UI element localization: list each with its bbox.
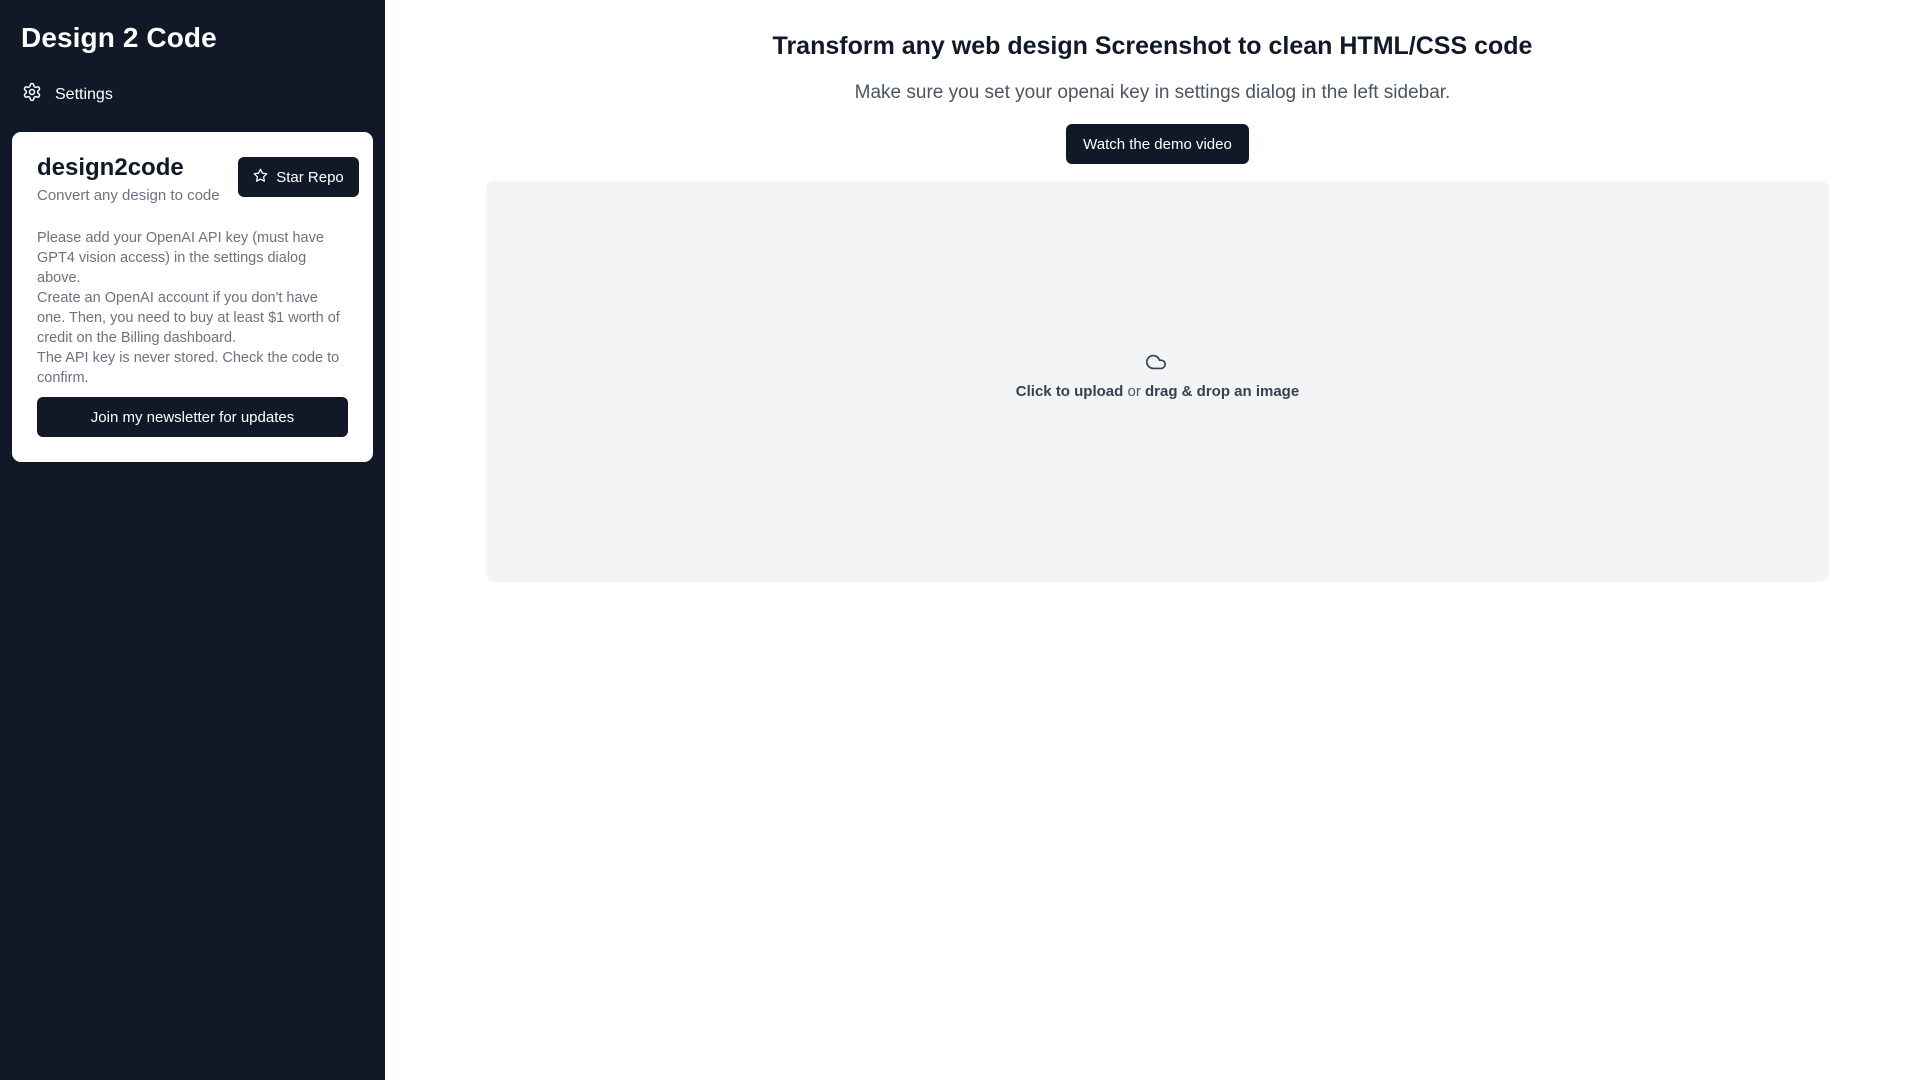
upload-dropzone[interactable]: Click to upload or drag & drop an image: [486, 181, 1829, 582]
dropzone-text: Click to upload or drag & drop an image: [486, 383, 1829, 400]
api-key-note: Please add your OpenAI API key (must hav…: [37, 230, 324, 286]
card-subtitle: Convert any design to code: [37, 187, 220, 204]
star-repo-label: Star Repo: [276, 168, 344, 186]
account-note: Create an OpenAI account if you don't ha…: [37, 290, 340, 346]
page-title: Transform any web design Screenshot to c…: [772, 32, 1533, 60]
card-description: Please add your OpenAI API key (must hav…: [37, 228, 349, 388]
settings-label: Settings: [55, 85, 113, 103]
settings-link[interactable]: Settings: [22, 82, 113, 107]
sidebar: Design 2 Code Settings design2code Conve…: [0, 0, 385, 1080]
info-card: design2code Convert any design to code S…: [12, 132, 373, 462]
gear-icon: [22, 82, 42, 107]
storage-note: The API key is never stored. Check the c…: [37, 350, 340, 386]
app-title: Design 2 Code: [21, 22, 217, 53]
star-icon: [253, 168, 268, 187]
card-title: design2code: [37, 154, 184, 181]
newsletter-button[interactable]: Join my newsletter for updates: [37, 397, 348, 437]
watch-demo-button[interactable]: Watch the demo video: [1066, 124, 1249, 164]
click-to-upload-text: Click to upload: [1015, 383, 1124, 400]
drag-drop-text: drag & drop an image: [1145, 383, 1300, 400]
page-subtitle: Make sure you set your openai key in set…: [854, 82, 1451, 103]
star-repo-button[interactable]: Star Repo: [238, 157, 359, 197]
or-text: or: [1123, 383, 1145, 400]
cloud-icon: [1143, 351, 1169, 373]
